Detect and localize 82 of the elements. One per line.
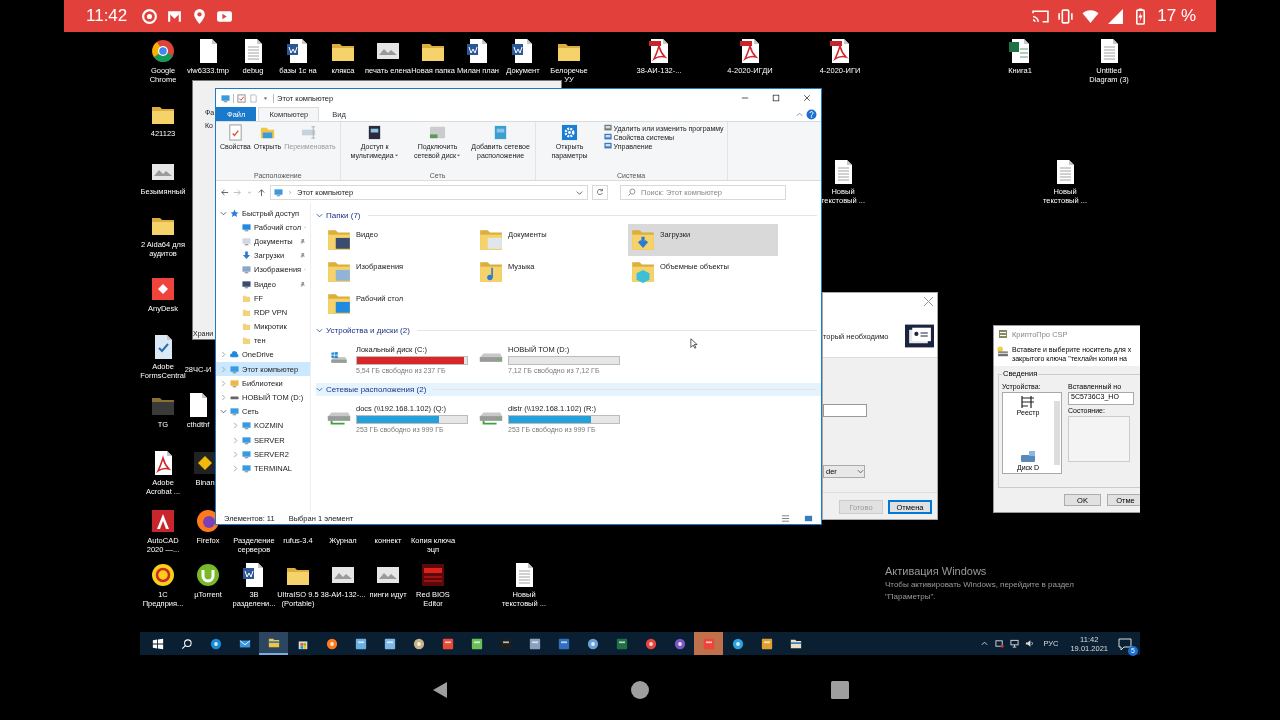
computer-icon	[221, 93, 230, 103]
scrollbar[interactable]	[1054, 401, 1060, 465]
minimize-icon	[741, 94, 749, 102]
browser-icon	[141, 7, 159, 25]
details-view-icon[interactable]	[781, 513, 790, 523]
network-drive-icon	[326, 411, 352, 425]
torrent-app-icon[interactable]	[194, 561, 222, 589]
maximize-icon	[772, 94, 780, 102]
network-icon[interactable]	[1010, 639, 1020, 648]
chevron-up-icon[interactable]	[980, 639, 990, 648]
wifi-icon	[1082, 7, 1100, 25]
battery-percentage: 17 %	[1157, 6, 1196, 26]
chevron-icon[interactable]	[316, 386, 323, 393]
mouse-cursor-icon	[690, 338, 698, 349]
tiles-view-icon[interactable]	[804, 513, 813, 523]
message-icon	[1118, 636, 1132, 651]
download-icon	[242, 251, 251, 261]
cast-icon	[1032, 7, 1050, 25]
section-header[interactable]: Сетевые расположения (2)	[316, 383, 821, 396]
back-arrow-icon[interactable]	[220, 187, 229, 197]
home-button[interactable]	[630, 680, 650, 700]
bios-editor-icon[interactable]	[419, 561, 447, 589]
refresh-button[interactable]	[592, 184, 608, 200]
computer-icon	[242, 463, 251, 473]
close-icon	[803, 94, 811, 102]
windows-icon	[151, 637, 164, 650]
checkbox-icon[interactable]	[237, 93, 246, 103]
search-icon	[627, 187, 636, 197]
chevron-icon[interactable]	[220, 209, 227, 217]
chevron-icon[interactable]	[316, 327, 323, 334]
caret-icon[interactable]	[857, 468, 864, 475]
signal-icon	[1107, 7, 1125, 25]
computer-icon	[242, 435, 251, 445]
library-icon	[230, 378, 239, 388]
browser-icon[interactable]	[149, 37, 177, 65]
status-box	[1068, 416, 1130, 462]
file-explorer-icon[interactable]	[259, 632, 288, 655]
up-arrow-icon[interactable]	[257, 187, 266, 197]
manage-icon	[603, 142, 612, 150]
activation-title: Активация Windows	[885, 565, 988, 577]
chevron-icon[interactable]	[220, 408, 227, 416]
vibrate-icon	[1057, 7, 1075, 25]
system-icon	[603, 133, 612, 141]
computer-icon	[242, 449, 251, 459]
refresh-icon	[596, 188, 604, 196]
chevron-icon[interactable]	[316, 212, 323, 219]
security-icon[interactable]	[995, 639, 1005, 648]
activation-text: Чтобы активировать Windows, перейдите в раздел "Параметры".	[885, 579, 1075, 603]
input-field[interactable]	[823, 404, 867, 417]
cloud-icon	[230, 350, 239, 360]
disk-icon[interactable]	[1020, 450, 1036, 464]
remote-app-icon[interactable]	[149, 275, 177, 303]
pin-icon	[299, 280, 306, 288]
computer-icon	[242, 421, 251, 431]
app-icon	[998, 329, 1008, 339]
computer-icon	[230, 364, 239, 374]
computer-icon	[274, 187, 283, 197]
settings-icon	[561, 124, 579, 141]
section-header[interactable]: Папки (7)	[316, 209, 821, 222]
desktop-icon	[242, 222, 251, 232]
network-icon	[230, 407, 239, 417]
properties-icon	[226, 124, 244, 141]
clock: 11:42	[86, 6, 128, 26]
registry-icon[interactable]	[1020, 395, 1036, 409]
search-icon	[180, 637, 193, 650]
accounting-app-icon[interactable]	[149, 561, 177, 589]
section-header[interactable]: Устройства и диски (2)	[316, 324, 821, 337]
pin-icon	[299, 252, 306, 260]
network-drive-icon	[429, 124, 447, 141]
help-icon[interactable]	[806, 108, 817, 120]
notifications-button[interactable]	[1118, 636, 1132, 651]
recent-apps-button[interactable]	[830, 680, 850, 700]
cad-app-icon[interactable]	[149, 507, 177, 535]
program-icon	[603, 124, 612, 132]
volume-icon[interactable]	[1025, 639, 1035, 648]
network-drive-icon	[478, 411, 504, 425]
star-icon	[230, 208, 239, 218]
key-icon	[996, 345, 1010, 359]
caret-icon	[393, 152, 399, 158]
close-icon[interactable]	[924, 297, 933, 306]
caret-icon	[456, 152, 462, 158]
pin-icon	[299, 237, 306, 245]
